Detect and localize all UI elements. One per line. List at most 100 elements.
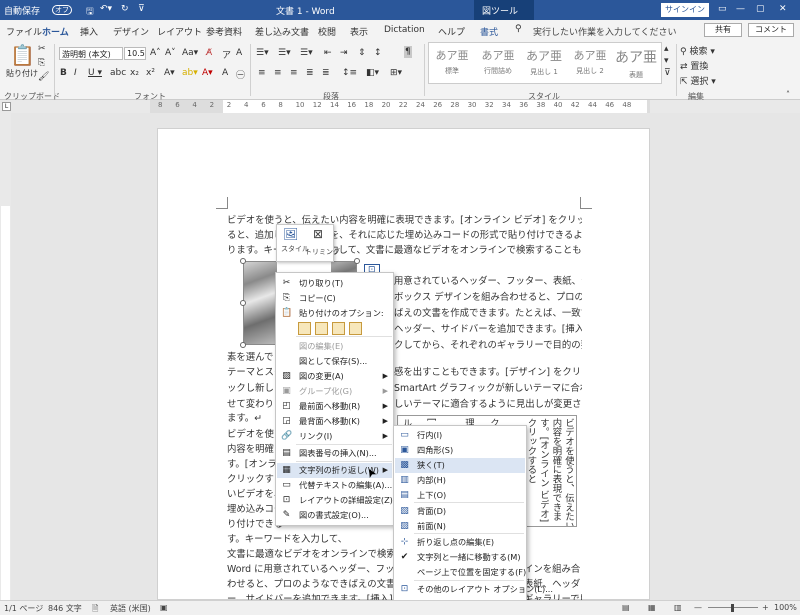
select-button[interactable]: ⇱ 選択 ▾: [680, 74, 716, 87]
minimize-icon[interactable]: —: [736, 4, 745, 14]
styles-scroll-down-icon[interactable]: ▾: [664, 56, 669, 66]
wrap-option-item[interactable]: ⊡ その他のレイアウト オプション(L)...: [395, 582, 553, 597]
context-menu-item[interactable]: 図として保存(S)...: [277, 354, 392, 369]
close-icon[interactable]: ✕: [779, 4, 787, 14]
borders-icon[interactable]: ⊞▾: [390, 68, 402, 78]
wrap-option-item[interactable]: ▩ 狭く(T): [395, 458, 525, 473]
vertical-ruler[interactable]: [0, 113, 11, 600]
context-menu-item[interactable]: 🔗 リンク(I) ▶: [277, 429, 392, 444]
zoom-thumb[interactable]: [731, 604, 734, 612]
redo-icon[interactable]: ↻: [121, 4, 129, 14]
shrink-font-icon[interactable]: A˅: [165, 48, 176, 58]
zoom-in-icon[interactable]: +: [762, 603, 769, 612]
page-count[interactable]: 1/1 ページ: [4, 603, 43, 614]
paste-option-icon[interactable]: [332, 322, 345, 335]
undo-icon[interactable]: ↶▾: [100, 4, 112, 14]
highlight-icon[interactable]: ab▾: [182, 68, 198, 78]
tab-view[interactable]: 表示: [350, 25, 368, 38]
web-layout-icon[interactable]: ▥: [674, 603, 682, 612]
copy-icon[interactable]: ⎘: [38, 58, 45, 68]
sort-icon[interactable]: ↕: [374, 48, 382, 58]
signin-button[interactable]: サインイン: [661, 3, 709, 17]
wrap-option-item[interactable]: ▥ 内部(H): [395, 473, 525, 488]
line-spacing-icon[interactable]: ↕≡: [342, 68, 357, 78]
wrap-option-item[interactable]: ⊹ 折り返し点の編集(E): [395, 535, 525, 550]
context-menu-item[interactable]: ▤ 図表番号の挿入(N)...: [277, 446, 392, 461]
align-left-icon[interactable]: ≡: [258, 68, 266, 78]
context-menu-item[interactable]: ▨ 図の変更(A) ▶: [277, 369, 392, 384]
superscript-icon[interactable]: x²: [146, 68, 155, 78]
word-count[interactable]: 846 文字: [48, 603, 82, 614]
underline-icon[interactable]: U ▾: [88, 68, 102, 78]
tab-dictation[interactable]: Dictation: [384, 25, 425, 35]
wrap-option-item[interactable]: ▤ 上下(O): [395, 488, 525, 503]
wrap-option-item[interactable]: ページ上で位置を固定する(F): [395, 565, 526, 580]
restore-icon[interactable]: ▢: [756, 4, 765, 14]
proofing-icon[interactable]: 🗎: [92, 603, 98, 615]
crop-label[interactable]: トリミング: [305, 247, 340, 257]
cut-icon[interactable]: ✂: [38, 44, 46, 54]
share-button[interactable]: 共有: [704, 23, 742, 37]
tab-file[interactable]: ファイル: [6, 25, 42, 38]
align-center-icon[interactable]: ≡: [274, 68, 282, 78]
customize-qat-icon[interactable]: ⊽: [138, 4, 145, 14]
language[interactable]: 英語 (米国): [110, 603, 151, 614]
wrap-option-item[interactable]: ▧ 背面(D): [395, 504, 525, 519]
save-icon[interactable]: 🖫: [86, 4, 94, 20]
comment-button[interactable]: コメント: [748, 23, 794, 37]
paste-icon[interactable]: 📋: [10, 43, 35, 67]
style-heading-1[interactable]: あア亜 見出し 1: [521, 43, 567, 83]
font-name-box[interactable]: 游明朝 (本文): [59, 47, 123, 60]
bold-icon[interactable]: B: [60, 68, 67, 78]
tab-selector-icon[interactable]: L: [2, 102, 11, 111]
resize-handle[interactable]: [354, 258, 360, 264]
tell-me-box[interactable]: 実行したい作業を入力してください: [533, 25, 676, 38]
picture-style-icon[interactable]: 🖼: [283, 227, 298, 241]
strikethrough-icon[interactable]: abc: [110, 68, 126, 78]
tab-help[interactable]: ヘルプ: [438, 25, 465, 38]
paste-option-icon[interactable]: [315, 322, 328, 335]
char-border-icon[interactable]: A: [236, 48, 242, 58]
macro-icon[interactable]: ▣: [160, 603, 168, 612]
font-color-icon[interactable]: A▾: [202, 68, 213, 78]
focus-mode-icon[interactable]: ▤: [622, 603, 630, 612]
replace-button[interactable]: ⇄ 置換: [680, 59, 708, 72]
ribbon-display-icon[interactable]: ▭: [718, 4, 727, 14]
show-marks-icon[interactable]: ¶: [404, 46, 412, 58]
text-effects-icon[interactable]: A▾: [164, 68, 175, 78]
context-menu-item[interactable]: ◰ 最前面へ移動(R) ▶: [277, 399, 392, 414]
styles-scroll-up-icon[interactable]: ▴: [664, 44, 669, 54]
bullets-icon[interactable]: ☰▾: [256, 48, 269, 58]
tab-references[interactable]: 参考資料: [206, 25, 242, 38]
style-normal[interactable]: あア亜 標準: [429, 43, 475, 83]
style-title[interactable]: あア亜 表題: [613, 43, 659, 83]
italic-icon[interactable]: I: [74, 68, 77, 78]
change-case-icon[interactable]: Aa▾: [182, 48, 198, 58]
format-painter-icon[interactable]: 🖌: [38, 72, 49, 82]
context-menu-item[interactable]: ✎ 図の書式設定(O)...: [277, 508, 392, 523]
tab-insert[interactable]: 挿入: [80, 25, 98, 38]
print-layout-icon[interactable]: ▦: [648, 603, 656, 612]
tab-review[interactable]: 校閲: [318, 25, 336, 38]
autosave-toggle[interactable]: オフ: [52, 5, 72, 15]
paste-option-icon[interactable]: [298, 322, 311, 335]
justify-icon[interactable]: ≣: [306, 68, 314, 78]
paste-option-icon[interactable]: [349, 322, 362, 335]
find-button[interactable]: ⚲ 検索 ▾: [680, 44, 715, 57]
wrap-option-item[interactable]: ▣ 四角形(S): [395, 443, 525, 458]
wrap-option-item[interactable]: ✔ 文字列と一緒に移動する(M): [395, 550, 525, 565]
zoom-out-icon[interactable]: —: [694, 603, 702, 612]
styles-more-icon[interactable]: ⊽: [664, 68, 671, 78]
style-no-spacing[interactable]: あア亜 行間詰め: [475, 43, 521, 83]
multilevel-list-icon[interactable]: ☰▾: [300, 48, 313, 58]
crop-icon[interactable]: ⊠: [313, 227, 323, 241]
grow-font-icon[interactable]: A˄: [150, 48, 161, 58]
resize-handle[interactable]: [240, 258, 246, 264]
numbering-icon[interactable]: ☰▾: [278, 48, 291, 58]
clear-format-icon[interactable]: A̸: [206, 48, 212, 58]
wrap-option-item[interactable]: ▨ 前面(N): [395, 519, 525, 534]
context-menu-item[interactable]: 📋 貼り付けのオプション:: [277, 306, 392, 321]
resize-handle[interactable]: [240, 300, 246, 306]
context-menu-item[interactable]: ▭ 代替テキストの編集(A)...: [277, 478, 392, 493]
context-menu-item[interactable]: ◲ 最背面へ移動(K) ▶: [277, 414, 392, 429]
